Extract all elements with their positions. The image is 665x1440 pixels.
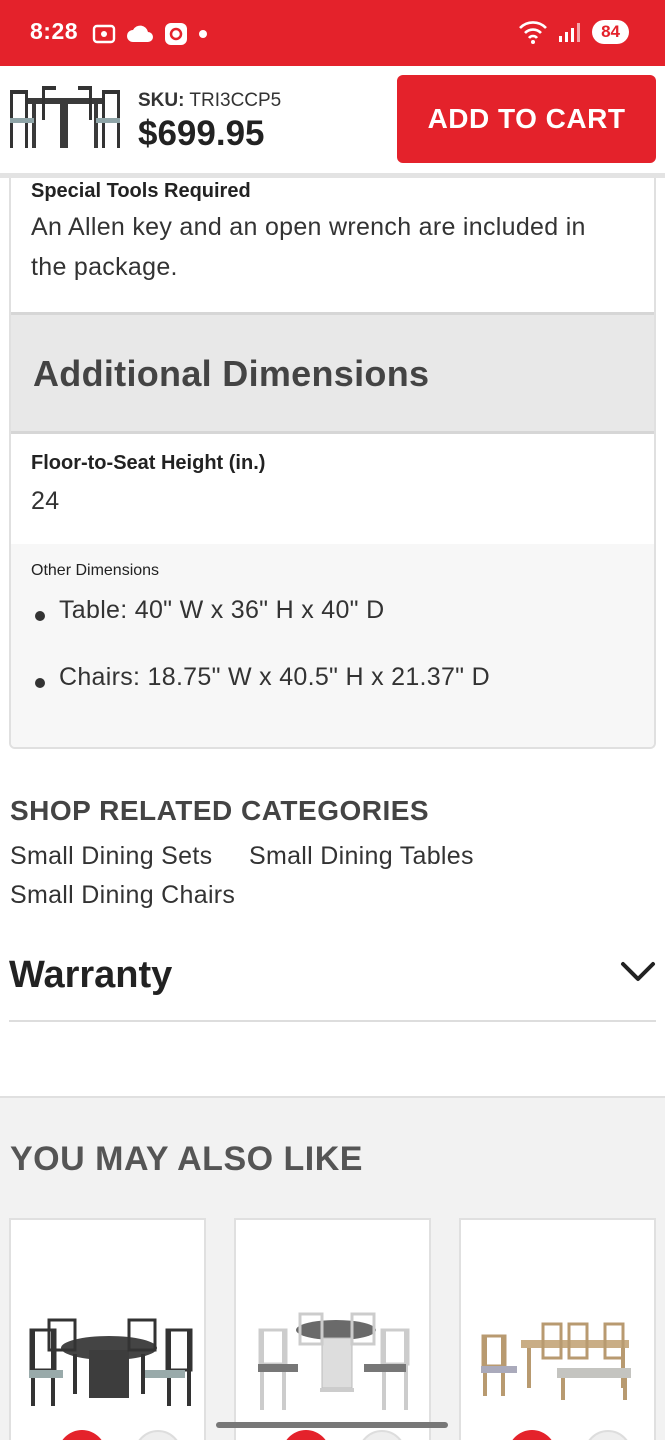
related-link-small-dining-chairs[interactable]: Small Dining Chairs	[10, 881, 235, 910]
sku-value: TRI3CCP5	[189, 90, 282, 111]
sku-label: SKU:	[138, 90, 185, 111]
cloud-icon	[127, 25, 153, 42]
warranty-accordion[interactable]: Warranty	[9, 948, 656, 1022]
app-notification-icon	[165, 23, 187, 45]
chevron-down-icon[interactable]	[620, 960, 656, 984]
other-dimensions-row: Other Dimensions Table: 40" W x 36" H x …	[11, 544, 654, 747]
status-bar: 8:28 84	[0, 0, 665, 66]
screenshot-icon	[92, 24, 116, 44]
seat-height-label: Floor-to-Seat Height (in.)	[31, 452, 266, 474]
status-time: 8:28	[30, 18, 79, 44]
sku: SKU: TRI3CCP5	[138, 90, 281, 112]
seat-height-value: 24	[31, 487, 60, 515]
bullet-icon	[35, 611, 45, 621]
product-card[interactable]	[9, 1218, 206, 1440]
gesture-home-bar[interactable]	[216, 1422, 448, 1428]
additional-dimensions-header: Additional Dimensions	[11, 312, 654, 434]
dimension-table-text: Table: 40" W x 36" H x 40" D	[59, 596, 385, 624]
warranty-title: Warranty	[9, 954, 173, 996]
add-to-cart-button[interactable]: ADD TO CART	[397, 75, 656, 163]
list-item: Table: 40" W x 36" H x 40" D	[31, 596, 384, 625]
seat-height-row: Floor-to-Seat Height (in.) 24	[11, 452, 654, 521]
sticky-product-header: SKU: TRI3CCP5 $699.95 ADD TO CART	[0, 66, 665, 178]
you-may-also-like-section: YOU MAY ALSO LIKE	[0, 1096, 665, 1440]
bullet-icon	[35, 678, 45, 688]
special-tools-row: Special Tools Required An Allen key and …	[11, 180, 654, 287]
special-tools-label: Special Tools Required	[31, 180, 251, 202]
other-dimensions-label: Other Dimensions	[31, 562, 160, 579]
product-card[interactable]	[234, 1218, 431, 1440]
related-link-small-dining-sets[interactable]: Small Dining Sets	[10, 842, 212, 871]
special-tools-value-line1: An Allen key and an open wrench are incl…	[31, 213, 586, 241]
product-image	[481, 1322, 631, 1400]
special-tools-value-line2: the package.	[31, 253, 178, 281]
you-may-also-like-title: YOU MAY ALSO LIKE	[10, 1140, 363, 1178]
product-image	[29, 1318, 193, 1406]
related-categories-title: SHOP RELATED CATEGORIES	[10, 795, 430, 826]
wifi-icon	[519, 21, 548, 44]
signal-icon	[559, 23, 581, 42]
additional-dimensions-title: Additional Dimensions	[33, 353, 430, 394]
product-card[interactable]	[459, 1218, 656, 1440]
related-link-small-dining-tables[interactable]: Small Dining Tables	[249, 842, 474, 871]
list-item: Chairs: 18.75" W x 40.5" H x 21.37" D	[31, 663, 490, 692]
specifications-card: Special Tools Required An Allen key and …	[9, 178, 656, 749]
product-price: $699.95	[138, 114, 265, 153]
dot-icon	[199, 30, 207, 38]
battery-badge: 84	[592, 20, 629, 44]
dimension-chairs-text: Chairs: 18.75" W x 40.5" H x 21.37" D	[59, 663, 490, 691]
product-image	[258, 1312, 410, 1410]
product-thumbnail[interactable]	[8, 84, 122, 154]
